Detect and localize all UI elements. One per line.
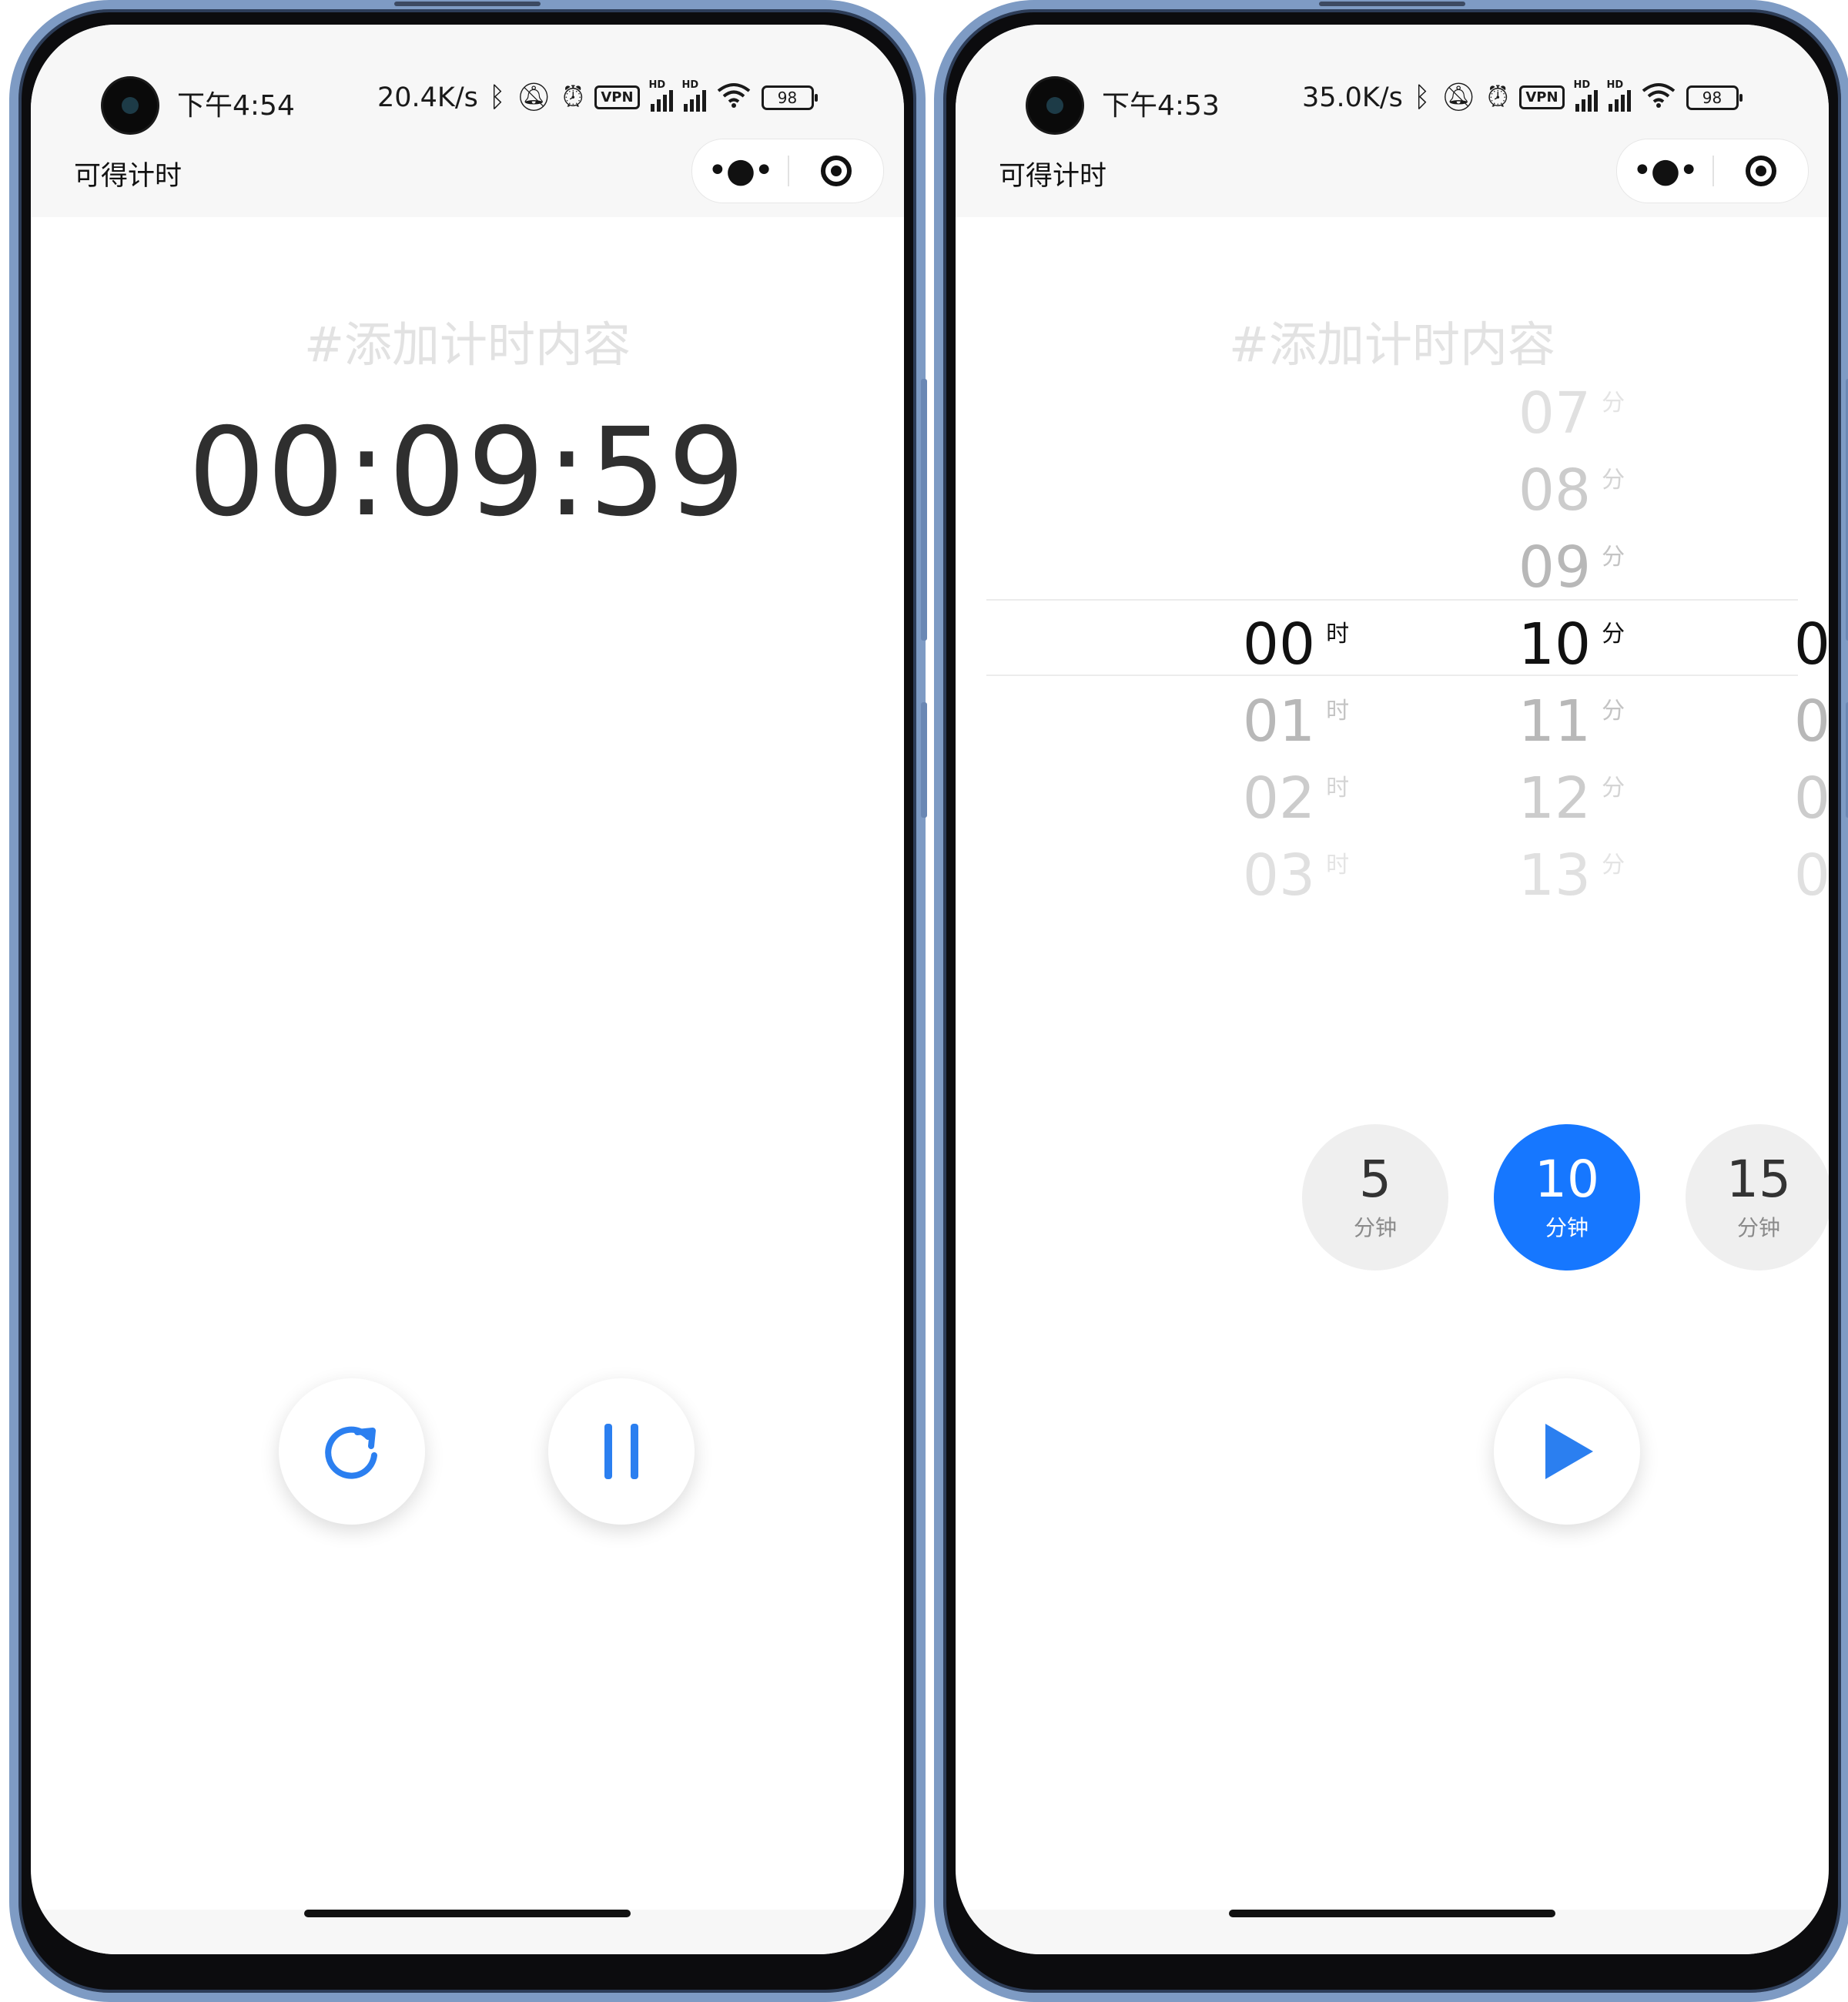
home-indicator[interactable] bbox=[304, 1910, 631, 1917]
status-and-nav-bar: 下午4:54 20.4K/s ᛒ 🔕︎ ⏰︎ VPN HD HD 98 可得计时… bbox=[31, 25, 904, 217]
picker-item[interactable]: 02 秒 bbox=[1732, 755, 1829, 832]
picker-item-selected[interactable]: 00 秒 bbox=[1732, 601, 1829, 678]
picker-item[interactable]: 01 秒 bbox=[1732, 678, 1829, 755]
network-speed: 35.0K/s bbox=[1302, 82, 1403, 113]
preset-10-min-button[interactable]: 10 分钟 bbox=[1494, 1124, 1640, 1270]
home-indicator[interactable] bbox=[1229, 1910, 1555, 1917]
speaker-grille bbox=[394, 2, 541, 6]
phone-frame-left: 下午4:54 20.4K/s ᛒ 🔕︎ ⏰︎ VPN HD HD 98 可得计时… bbox=[9, 0, 927, 2002]
status-icons: 35.0K/s ᛒ 🔕︎ ⏰︎ VPN HD HD 98 bbox=[1302, 79, 1743, 113]
picker-item[interactable]: 01 时 bbox=[1180, 678, 1411, 755]
app-title: 可得计时 bbox=[74, 161, 182, 192]
mute-icon: 🔕︎ bbox=[1441, 81, 1477, 113]
front-camera bbox=[103, 79, 157, 132]
picker-item[interactable]: 12 分 bbox=[1456, 755, 1687, 832]
signal-icon: HD bbox=[1607, 79, 1631, 112]
timer-label-input[interactable]: #添加计时内容 bbox=[956, 306, 1829, 375]
front-camera bbox=[1028, 79, 1082, 132]
network-speed: 20.4K/s bbox=[377, 82, 478, 113]
bluetooth-icon: ᛒ bbox=[488, 81, 506, 113]
mute-icon: 🔕︎ bbox=[516, 81, 552, 113]
vpn-icon: VPN bbox=[1519, 85, 1565, 109]
picker-item-selected[interactable]: 10 分 bbox=[1456, 601, 1687, 678]
pause-button[interactable] bbox=[548, 1378, 695, 1525]
target-circle-icon[interactable] bbox=[1714, 156, 1808, 186]
signal-icon: HD bbox=[682, 79, 706, 112]
speaker-grille bbox=[1319, 2, 1465, 6]
wifi-icon bbox=[1642, 82, 1676, 113]
picker-item[interactable]: 07 分 bbox=[1456, 370, 1687, 447]
status-time: 下午4:54 bbox=[177, 90, 295, 122]
mini-program-capsule: •●• bbox=[691, 139, 884, 203]
volume-button bbox=[921, 379, 927, 641]
mini-program-capsule: •●• bbox=[1616, 139, 1809, 203]
bluetooth-icon: ᛒ bbox=[1413, 81, 1431, 113]
vpn-icon: VPN bbox=[594, 85, 640, 109]
target-circle-icon[interactable] bbox=[789, 156, 883, 186]
status-icons: 20.4K/s ᛒ 🔕︎ ⏰︎ VPN HD HD 98 bbox=[377, 79, 818, 113]
battery-icon: 98 bbox=[1686, 85, 1743, 110]
status-time: 下午4:53 bbox=[1102, 90, 1220, 122]
app-title: 可得计时 bbox=[999, 161, 1107, 192]
refresh-icon bbox=[325, 1426, 377, 1479]
preset-value: 5 bbox=[1359, 1150, 1391, 1209]
picker-item[interactable]: 03 秒 bbox=[1732, 832, 1829, 909]
signal-icon: HD bbox=[649, 79, 673, 112]
power-button bbox=[921, 702, 927, 818]
screen-right: 下午4:53 35.0K/s ᛒ 🔕︎ ⏰︎ VPN HD HD 98 可得计时… bbox=[956, 25, 1829, 1954]
picker-item-selected[interactable]: 00 时 bbox=[1180, 601, 1411, 678]
picker-item[interactable]: 09 分 bbox=[1456, 524, 1687, 601]
alarm-icon: ⏰︎ bbox=[562, 81, 584, 113]
alarm-icon: ⏰︎ bbox=[1487, 81, 1509, 113]
preset-5-min-button[interactable]: 5 分钟 bbox=[1302, 1124, 1448, 1270]
timer-label-input[interactable]: #添加计时内容 bbox=[31, 306, 904, 375]
preset-15-min-button[interactable]: 15 分钟 bbox=[1686, 1124, 1829, 1270]
picker-item[interactable]: 13 分 bbox=[1456, 832, 1687, 909]
status-and-nav-bar: 下午4:53 35.0K/s ᛒ 🔕︎ ⏰︎ VPN HD HD 98 可得计时… bbox=[956, 25, 1829, 217]
battery-icon: 98 bbox=[761, 85, 818, 110]
more-dots-icon[interactable]: •●• bbox=[1617, 154, 1712, 188]
preset-unit: 分钟 bbox=[1353, 1215, 1397, 1240]
play-icon bbox=[1545, 1424, 1593, 1479]
screen-left: 下午4:54 20.4K/s ᛒ 🔕︎ ⏰︎ VPN HD HD 98 可得计时… bbox=[31, 25, 904, 1954]
wifi-icon bbox=[717, 82, 751, 113]
picker-item[interactable]: 02 时 bbox=[1180, 755, 1411, 832]
picker-item[interactable]: 11 分 bbox=[1456, 678, 1687, 755]
preset-unit: 分钟 bbox=[1545, 1215, 1589, 1240]
start-button[interactable] bbox=[1494, 1378, 1640, 1525]
preset-value: 10 bbox=[1535, 1150, 1599, 1209]
picker-item[interactable]: 08 分 bbox=[1456, 447, 1687, 524]
preset-value: 15 bbox=[1726, 1150, 1791, 1209]
preset-unit: 分钟 bbox=[1736, 1215, 1780, 1240]
pause-icon bbox=[604, 1424, 638, 1479]
reset-button[interactable] bbox=[279, 1378, 425, 1525]
picker-item[interactable]: 03 时 bbox=[1180, 832, 1411, 909]
more-dots-icon[interactable]: •●• bbox=[692, 154, 788, 188]
signal-icon: HD bbox=[1574, 79, 1598, 112]
phone-frame-right: 下午4:53 35.0K/s ᛒ 🔕︎ ⏰︎ VPN HD HD 98 可得计时… bbox=[934, 0, 1848, 2002]
countdown-display: 00:09:59 bbox=[188, 402, 747, 544]
